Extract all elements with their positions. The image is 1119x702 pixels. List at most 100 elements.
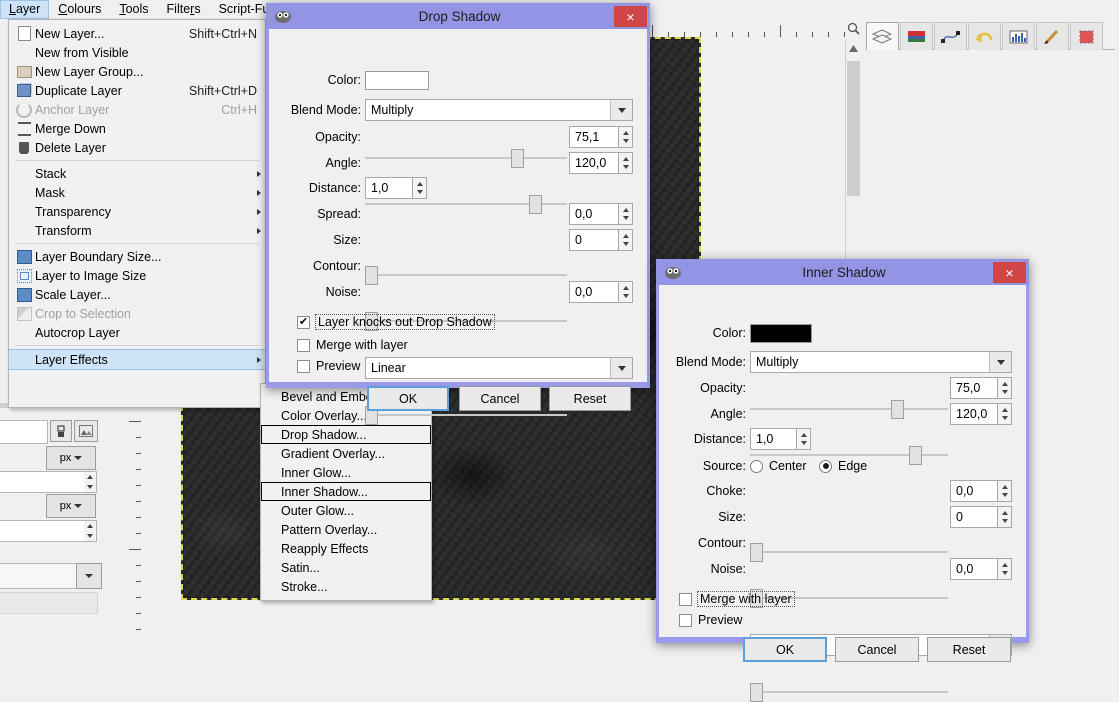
menu-item-transform[interactable]: Transform [9,221,265,240]
dock-tab-undo-history[interactable] [968,22,1001,50]
is-blend-mode-combo[interactable]: Multiply [750,351,1012,373]
spinner-up-icon[interactable] [1001,511,1008,515]
drop-shadow-titlebar[interactable]: Drop Shadow × [266,3,650,29]
effects-item-stroke[interactable]: Stroke... [261,577,431,596]
effects-item-pattern-overlay[interactable]: Pattern Overlay... [261,520,431,539]
chevron-down-icon[interactable] [989,352,1011,372]
ds-angle-spinbox[interactable]: 120,0 [569,152,633,174]
unit-selector-2[interactable]: px [46,494,96,518]
spinner-down-icon[interactable] [416,190,423,194]
is-cancel-button[interactable]: Cancel [835,637,919,662]
spinner-up-icon[interactable] [87,475,93,479]
spinner-down-icon[interactable] [622,165,629,169]
spinner-up-icon[interactable] [622,208,629,212]
spinner-down-icon[interactable] [622,216,629,220]
menu-item-transparency[interactable]: Transparency [9,202,265,221]
effects-item-outer-glow[interactable]: Outer Glow... [261,501,431,520]
menu-layer[interactable]: Layer [0,0,50,19]
spinner-down-icon[interactable] [622,139,629,143]
zoom-image-icon[interactable] [846,21,861,36]
close-icon[interactable]: × [614,6,647,27]
ds-merge-checkbox[interactable] [297,338,310,352]
spinner-up-icon[interactable] [622,286,629,290]
scroll-up-icon[interactable] [848,42,859,52]
spinner-up-icon[interactable] [622,131,629,135]
spinner-up-icon[interactable] [1001,408,1008,412]
ds-ok-button[interactable]: OK [367,386,449,411]
spinner-down-icon[interactable] [87,485,93,489]
is-angle-spinbox[interactable]: 120,0 [950,403,1012,425]
ds-spread-slider[interactable] [365,265,567,285]
ds-knockout-checkbox-row[interactable]: ✔ Layer knocks out Drop Shadow [297,311,495,333]
is-source-edge-radio[interactable] [819,459,832,473]
spinner-up-icon[interactable] [416,182,423,186]
menu-item-delete-layer[interactable]: Delete Layer [9,138,265,157]
menu-item-new-layer[interactable]: New Layer... Shift+Ctrl+N [9,24,265,43]
close-icon[interactable]: × [993,262,1026,283]
ds-knockout-checkbox[interactable]: ✔ [297,315,310,329]
spinner-up-icon[interactable] [87,524,93,528]
menu-item-scale-layer[interactable]: Scale Layer... [9,285,265,304]
menu-item-mask[interactable]: Mask [9,183,265,202]
spinner-down-icon[interactable] [800,441,807,445]
spinner-down-icon[interactable] [87,534,93,538]
is-color-swatch[interactable] [750,324,812,343]
ds-reset-button[interactable]: Reset [549,386,631,411]
menu-item-autocrop-layer[interactable]: Autocrop Layer [9,323,265,342]
ds-preview-checkbox-row[interactable]: Preview [297,355,360,377]
is-choke-spinbox[interactable]: 0,0 [950,480,1012,502]
effects-item-inner-glow[interactable]: Inner Glow... [261,463,431,482]
tool-option-spinner-2[interactable] [84,520,97,542]
is-reset-button[interactable]: Reset [927,637,1011,662]
ds-preview-checkbox[interactable] [297,359,310,373]
dock-tab-layers[interactable] [866,22,899,50]
menu-item-layer-to-image-size[interactable]: Layer to Image Size [9,266,265,285]
is-source-edge-radio-row[interactable]: Edge [819,455,867,477]
ds-merge-checkbox-row[interactable]: Merge with layer [297,334,408,356]
spinner-down-icon[interactable] [1001,519,1008,523]
spinner-down-icon[interactable] [622,242,629,246]
spinner-up-icon[interactable] [1001,563,1008,567]
tool-option-field-2[interactable] [0,471,86,493]
dock-tab-channels[interactable] [900,22,933,50]
spinner-up-icon[interactable] [622,234,629,238]
ds-noise-spinbox[interactable]: 0,0 [569,281,633,303]
ds-opacity-slider[interactable] [365,148,567,168]
is-distance-spinbox[interactable]: 1,0 [750,428,811,450]
dock-tab-paths[interactable] [934,22,967,50]
dock-tab-selection[interactable] [1070,22,1103,50]
menu-item-new-layer-group[interactable]: New Layer Group... [9,62,265,81]
is-preview-checkbox[interactable] [679,613,692,627]
is-opacity-spinbox[interactable]: 75,0 [950,377,1012,399]
tool-option-combo[interactable] [0,563,86,589]
spinner-up-icon[interactable] [622,157,629,161]
effects-item-reapply-effects[interactable]: Reapply Effects [261,539,431,558]
chain-link-icon[interactable] [50,420,72,442]
spinner-down-icon[interactable] [622,294,629,298]
menu-item-stack[interactable]: Stack [9,164,265,183]
ds-blend-mode-combo[interactable]: Multiply [365,99,633,121]
spinner-up-icon[interactable] [800,433,807,437]
is-opacity-slider[interactable] [750,399,948,419]
is-source-center-radio[interactable] [750,459,763,473]
is-merge-checkbox-row[interactable]: Merge with layer [679,588,795,610]
unit-selector-1[interactable]: px [46,446,96,470]
is-source-center-radio-row[interactable]: Center [750,455,807,477]
is-size-spinbox[interactable]: 0 [950,506,1012,528]
ds-contour-combo[interactable]: Linear [365,357,633,379]
chevron-down-icon[interactable] [610,358,632,378]
menu-item-layer-effects[interactable]: Layer Effects [9,349,265,370]
inner-shadow-titlebar[interactable]: Inner Shadow × [656,259,1029,285]
spinner-down-icon[interactable] [1001,390,1008,394]
dock-tab-brushes[interactable] [1036,22,1069,50]
menu-item-layer-boundary-size[interactable]: Layer Boundary Size... [9,247,265,266]
is-preview-checkbox-row[interactable]: Preview [679,609,742,631]
spinner-down-icon[interactable] [1001,571,1008,575]
ds-cancel-button[interactable]: Cancel [459,386,541,411]
menu-colours[interactable]: Colours [49,0,110,19]
tool-option-field-1[interactable] [0,420,48,444]
spinner-up-icon[interactable] [1001,382,1008,386]
spinner-down-icon[interactable] [1001,493,1008,497]
ds-opacity-spinbox[interactable]: 75,1 [569,126,633,148]
effects-item-drop-shadow[interactable]: Drop Shadow... [261,425,431,444]
